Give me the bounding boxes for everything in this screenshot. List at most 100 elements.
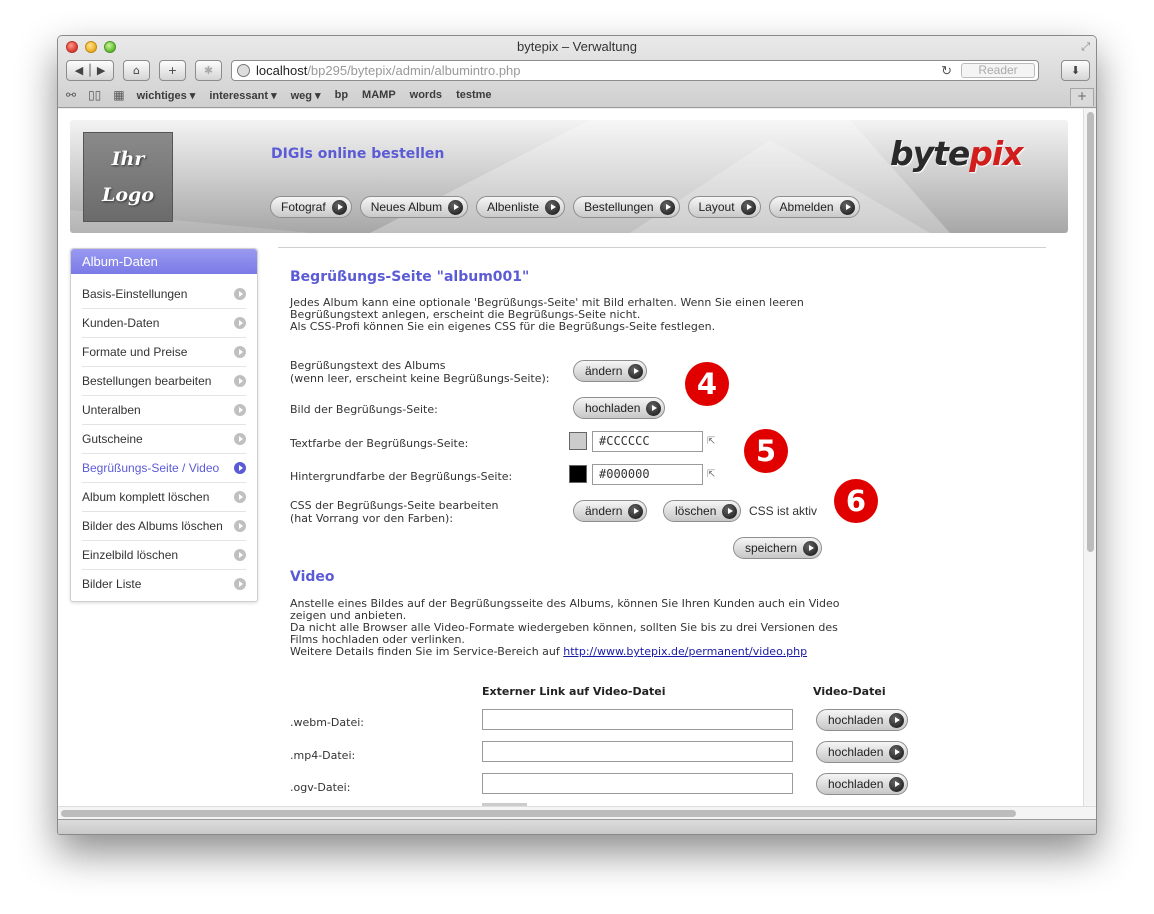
sidebar-item-album-loeschen[interactable]: Album komplett löschen — [82, 483, 246, 512]
color-picker-icon[interactable]: ⇱ — [707, 469, 715, 480]
vertical-scrollbar[interactable] — [1083, 109, 1096, 806]
address-bar[interactable]: localhost/bp295/bytepix/admin/albumintro… — [231, 60, 1039, 81]
main-nav: Fotograf Neues Album Albenliste Bestellu… — [270, 196, 868, 218]
sidebar-item-label: Bilder des Albums löschen — [82, 519, 223, 533]
bookmark-item[interactable]: wichtiges ▾ — [137, 89, 196, 102]
bookmark-item[interactable]: testme — [456, 89, 491, 101]
upload-welcome-image-button[interactable]: hochladen — [573, 397, 666, 419]
browser-window: bytepix – Verwaltung ⤢ ◀ │ ▶ ⌂ + ✱ local… — [57, 35, 1097, 835]
downloads-button[interactable]: ⬇ — [1061, 60, 1090, 81]
color-picker-icon[interactable]: ⇱ — [707, 436, 715, 447]
logo-text-line1: Ihr — [111, 148, 145, 170]
sidebar-item-label: Album komplett löschen — [82, 490, 210, 504]
arrow-circle-icon — [234, 288, 246, 300]
home-button[interactable]: ⌂ — [123, 60, 150, 81]
arrow-circle-icon — [234, 578, 246, 590]
sidebar-item-einzelbild-loeschen[interactable]: Einzelbild löschen — [82, 541, 246, 570]
nav-label: Layout — [698, 200, 735, 214]
arrow-right-icon — [628, 503, 644, 519]
bookmark-item[interactable]: interessant ▾ — [209, 89, 276, 102]
nav-layout-button[interactable]: Layout — [687, 196, 761, 218]
scroll-thumb[interactable] — [61, 810, 1016, 817]
reader-button[interactable]: Reader — [961, 63, 1035, 78]
nav-bestellungen-button[interactable]: Bestellungen — [573, 196, 680, 218]
sidebar-item-gutscheine[interactable]: Gutscheine — [82, 425, 246, 454]
nav-albenliste-button[interactable]: Albenliste — [476, 196, 566, 218]
sidebar-item-basis-einstellungen[interactable]: Basis-Einstellungen — [82, 280, 246, 309]
sidebar-item-unteralben[interactable]: Unteralben — [82, 396, 246, 425]
video-description: Anstelle eines Bildes auf der Begrüßungs… — [290, 598, 930, 658]
sidebar-item-label: Basis-Einstellungen — [82, 287, 188, 301]
background-color-swatch[interactable] — [569, 465, 587, 483]
grid-icon[interactable]: ▦ — [113, 88, 124, 102]
intro-line: Als CSS-Profi können Sie ein eigenes CSS… — [290, 320, 716, 333]
button-label: hochladen — [828, 777, 884, 791]
book-icon[interactable]: ▯▯ — [88, 88, 101, 102]
bookmark-item[interactable]: words — [410, 89, 442, 101]
bookmark-item[interactable]: weg ▾ — [291, 89, 321, 102]
button-label: hochladen — [828, 745, 884, 759]
edit-welcome-text-button[interactable]: ändern — [573, 360, 648, 382]
album-sidebar: Album-Daten Basis-Einstellungen Kunden-D… — [70, 248, 258, 602]
status-bar — [58, 819, 1096, 834]
scroll-thumb[interactable] — [1087, 112, 1094, 552]
nav-fotograf-button[interactable]: Fotograf — [270, 196, 352, 218]
sidebar-item-label: Gutscheine — [82, 432, 143, 446]
bookmark-item[interactable]: MAMP — [362, 89, 396, 101]
reload-icon[interactable]: ↻ — [941, 61, 952, 80]
sidebar-item-bestellungen[interactable]: Bestellungen bearbeiten — [82, 367, 246, 396]
ogv-link-input[interactable] — [482, 773, 793, 794]
page-viewport: Ihr Logo DIGIs online bestellen bytepix … — [58, 109, 1085, 806]
new-tab-button[interactable]: + — [1070, 88, 1094, 106]
sidebar-item-bilder-loeschen[interactable]: Bilder des Albums löschen — [82, 512, 246, 541]
button-label: hochladen — [828, 713, 884, 727]
bookmark-item[interactable]: bp — [335, 89, 348, 101]
sidebar-item-label: Kunden-Daten — [82, 316, 160, 330]
upload-ogv-button[interactable]: hochladen — [816, 773, 909, 795]
edit-css-button[interactable]: ändern — [573, 500, 648, 522]
button-label: ändern — [585, 364, 623, 378]
upload-webm-button[interactable]: hochladen — [816, 709, 909, 731]
nav-neues-album-button[interactable]: Neues Album — [359, 196, 469, 218]
upload-mp4-button[interactable]: hochladen — [816, 741, 909, 763]
text-color-input[interactable]: #CCCCCC — [592, 431, 703, 452]
desc-text: Weitere Details finden Sie im Service-Be… — [290, 645, 564, 658]
home-icon: ⌂ — [133, 64, 140, 77]
delete-css-button[interactable]: löschen — [663, 500, 742, 522]
video-help-link[interactable]: http://www.bytepix.de/permanent/video.ph… — [563, 645, 807, 658]
back-icon[interactable]: ◀ — [75, 64, 83, 77]
arrow-circle-icon — [234, 404, 246, 416]
label-line: (wenn leer, erscheint keine Begrüßungs-S… — [290, 372, 550, 385]
mp4-link-input[interactable] — [482, 741, 793, 762]
text-color-swatch[interactable] — [569, 432, 587, 450]
callout-badge-6: 6 — [834, 479, 878, 523]
background-color-input[interactable]: #000000 — [592, 464, 703, 485]
sidebar-item-begruessung-video[interactable]: Begrüßungs-Seite / Video — [82, 454, 246, 483]
callout-badge-5: 5 — [744, 429, 788, 473]
extensions-button[interactable]: ✱ — [195, 60, 222, 81]
arrow-circle-icon — [234, 346, 246, 358]
sidebar-item-kunden-daten[interactable]: Kunden-Daten — [82, 309, 246, 338]
logo-text-line2: Logo — [102, 184, 154, 206]
site-header: Ihr Logo DIGIs online bestellen bytepix … — [70, 120, 1068, 233]
desc-line: Weitere Details finden Sie im Service-Be… — [290, 646, 930, 658]
horizontal-scrollbar[interactable] — [58, 806, 1096, 819]
sidebar-item-label: Begrüßungs-Seite / Video — [82, 461, 220, 475]
nav-label: Albenliste — [487, 200, 540, 214]
sidebar-item-formate-preise[interactable]: Formate und Preise — [82, 338, 246, 367]
webm-link-input[interactable] — [482, 709, 793, 730]
reading-list-icon[interactable]: ⚯ — [66, 88, 76, 102]
ogv-label: .ogv-Datei: — [290, 781, 351, 794]
forward-icon[interactable]: ▶ — [97, 64, 105, 77]
fullscreen-icon[interactable]: ⤢ — [1081, 40, 1090, 54]
arrow-right-icon — [839, 199, 855, 215]
back-forward-buttons[interactable]: ◀ │ ▶ — [66, 60, 114, 81]
nav-abmelden-button[interactable]: Abmelden — [768, 196, 860, 218]
sidebar-item-bilder-liste[interactable]: Bilder Liste — [82, 570, 246, 599]
brand-logo[interactable]: bytepix — [890, 134, 1024, 173]
add-bookmark-button[interactable]: + — [159, 60, 186, 81]
save-button[interactable]: speichern — [733, 537, 823, 559]
logo-placeholder[interactable]: Ihr Logo — [83, 132, 173, 222]
arrow-right-icon — [722, 503, 738, 519]
window-title: bytepix – Verwaltung — [517, 39, 637, 54]
